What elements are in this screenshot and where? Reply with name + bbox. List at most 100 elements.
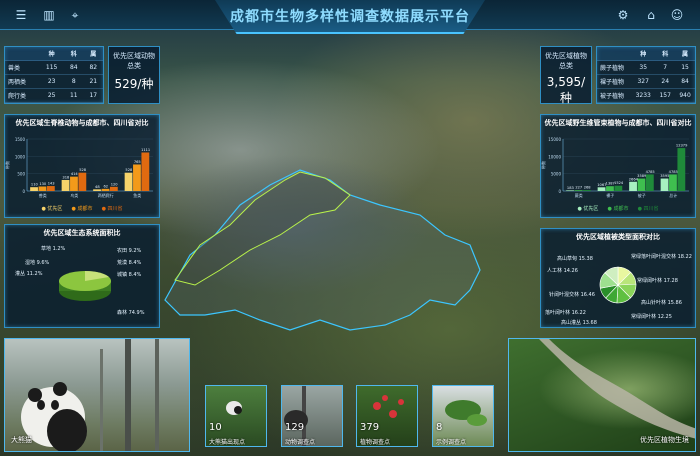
pie-label: 湿地 9.6% — [25, 260, 50, 266]
bar — [614, 185, 623, 191]
list-icon[interactable]: ☰ — [12, 6, 30, 24]
bar — [101, 188, 110, 191]
bar — [566, 190, 574, 191]
y-tick-label: 15000 — [548, 137, 561, 142]
thumb-panda-points[interactable]: 10 大熊猫出现点 — [205, 385, 267, 447]
data-label: 48 — [95, 185, 100, 189]
bar — [645, 174, 654, 191]
pie-label: 人工林 14.26 — [547, 268, 578, 274]
animal-total-value: 529/种 — [114, 77, 154, 91]
y-axis-label: 种数 — [5, 161, 10, 169]
data-label: 528 — [125, 168, 133, 172]
animal-total-label: 优先区域动物总类 — [113, 52, 155, 70]
table-row: 蕨子植物 35 7 15 — [597, 60, 695, 75]
data-label: 3589 — [637, 174, 647, 178]
bar — [141, 152, 150, 191]
animal-bar-chart: 050010001500种数110 130 143兽类318414528鸟类48 62… — [5, 137, 153, 198]
animal-table: 种 科 属 兽类 115 84 82 两栖类 23 8 21 爬行类 25 11… — [5, 47, 103, 103]
veg-chart-panel: 优先区域植被类型面积对比 高山草甸 15.38 人工林 14.26 针阔叶混交林… — [540, 228, 696, 328]
page-title: 成都市生物多样性调查数据展示平台 — [230, 9, 470, 25]
data-label: 120 — [111, 182, 119, 186]
pie-label: 荒漠 8.4% — [117, 260, 142, 266]
plant-bar-chart: 050001000015000种数183 227 268蕨类1067 1387 1524… — [541, 137, 689, 198]
pie-label: 常绿阔叶林 12.25 — [631, 314, 672, 320]
legend-item: ● 四川省 — [637, 206, 659, 212]
pie-label: 常绿落叶阔叶混交林 18.22 — [631, 254, 692, 260]
user-icon[interactable]: ☺ — [668, 6, 686, 24]
animal-total-box: 优先区域动物总类 529/种 — [108, 46, 160, 104]
legend-item: ● 成都市 — [71, 206, 93, 212]
data-label: 227 — [575, 186, 582, 190]
y-tick-label: 0 — [22, 189, 25, 194]
data-label: 143 — [48, 182, 55, 186]
y-tick-label: 500 — [17, 172, 25, 177]
animal-chart-panel: 优先区域生脊椎动物与成都市、四川省对比 0 500 1000 1500 种数 110 130… — [4, 114, 160, 218]
data-label: 1111 — [141, 148, 150, 152]
table-row: 兽类 115 84 82 — [5, 60, 103, 75]
table-row: 裸子植物 327 24 84 — [597, 74, 695, 89]
y-tick-label: 0 — [558, 189, 561, 194]
animal-table-panel: 种 科 属 兽类 115 84 82 两栖类 23 8 21 爬行类 25 11… — [4, 46, 104, 104]
plant-chart-legend: ● 优先区 ● 成都市 ● 四川省 — [541, 195, 695, 214]
plant-chart-title: 优先区域野生维管束植物与成都市、四川省对比 — [544, 119, 692, 127]
pie-label: 针阔叶混交林 16.46 — [549, 292, 595, 298]
table-row: 被子植物 3233 157 940 — [597, 88, 695, 103]
home-icon[interactable]: ⌂ — [642, 6, 660, 24]
bar — [109, 186, 118, 191]
y-axis-label: 种数 — [541, 161, 546, 169]
bar — [669, 174, 677, 191]
y-tick-label: 5000 — [551, 172, 562, 177]
veg-chart-title: 优先区域植被类型面积对比 — [576, 233, 660, 241]
panda-photo[interactable]: 大熊猫 — [4, 338, 190, 452]
gear-icon[interactable]: ⚙ — [614, 6, 632, 24]
legend-item: ● 优先区 — [577, 206, 599, 212]
data-label: 318 — [62, 175, 70, 179]
data-label: 4785 — [646, 170, 655, 174]
habitat-photo[interactable]: 优先区植物生境 — [508, 338, 696, 452]
pie-label: 草地 1.2% — [41, 246, 66, 252]
bar — [574, 190, 583, 191]
pie-label: 高山针叶林 15.86 — [641, 300, 682, 306]
col-header: 科 — [64, 47, 84, 61]
thumb-caption: 动物调查点 — [285, 439, 316, 446]
col-header: 属 — [83, 47, 103, 61]
legend-item: ● 四川省 — [101, 206, 123, 212]
data-label: 765 — [134, 160, 141, 164]
y-tick-label: 1000 — [15, 154, 26, 159]
chart-icon[interactable]: ▥ — [40, 6, 58, 24]
thumb-sample-points[interactable]: 8 示例调查点 — [432, 385, 494, 447]
pie-label: 城镇 8.4% — [117, 272, 142, 278]
legend-item: ● 优先区 — [41, 206, 63, 212]
eco-chart-title: 优先区域生态系统面积比 — [43, 229, 121, 237]
pie-label: 森林 74.9% — [117, 310, 145, 316]
bar — [677, 148, 686, 191]
pie-label: 落叶阔叶林 16.22 — [545, 310, 586, 316]
map-pin-icon[interactable]: ⌖ — [66, 6, 84, 24]
pie-label: 灌丛 11.2% — [15, 271, 43, 277]
plant-total-label: 优先区域植物总类 — [545, 52, 587, 70]
panda-illustration — [21, 339, 159, 451]
col-header — [597, 47, 632, 61]
bar — [582, 190, 591, 191]
col-header: 种 — [631, 47, 656, 61]
data-label: 110 — [31, 183, 39, 187]
title-banner: 成都市生物多样性调查数据展示平台 — [215, 0, 485, 34]
thumb-caption: 植物调查点 — [360, 439, 391, 446]
thumb-animal-points[interactable]: 129 动物调查点 — [281, 385, 343, 447]
data-label: 528 — [79, 168, 87, 172]
data-label: 1524 — [614, 181, 624, 185]
thumb-caption: 大熊猫出现点 — [209, 439, 246, 446]
thumb-plant-points[interactable]: 379 植物调查点 — [356, 385, 418, 447]
bar — [46, 186, 55, 191]
col-header: 科 — [655, 47, 676, 61]
bar — [133, 164, 141, 191]
bar — [637, 178, 646, 191]
panda-caption: 大熊猫 — [11, 436, 32, 444]
pie-label: 农田 9.2% — [117, 248, 142, 254]
eco-chart-panel: 优先区域生态系统面积比 草地 1.2% 湿地 9.6% 灌丛 11.2% 农田 … — [4, 224, 160, 328]
col-header — [5, 47, 40, 61]
legend-item: ● 成都市 — [607, 206, 629, 212]
thumb-count: 379 — [360, 422, 380, 433]
table-row: 爬行类 25 11 17 — [5, 88, 103, 103]
y-tick-label: 10000 — [548, 154, 561, 159]
